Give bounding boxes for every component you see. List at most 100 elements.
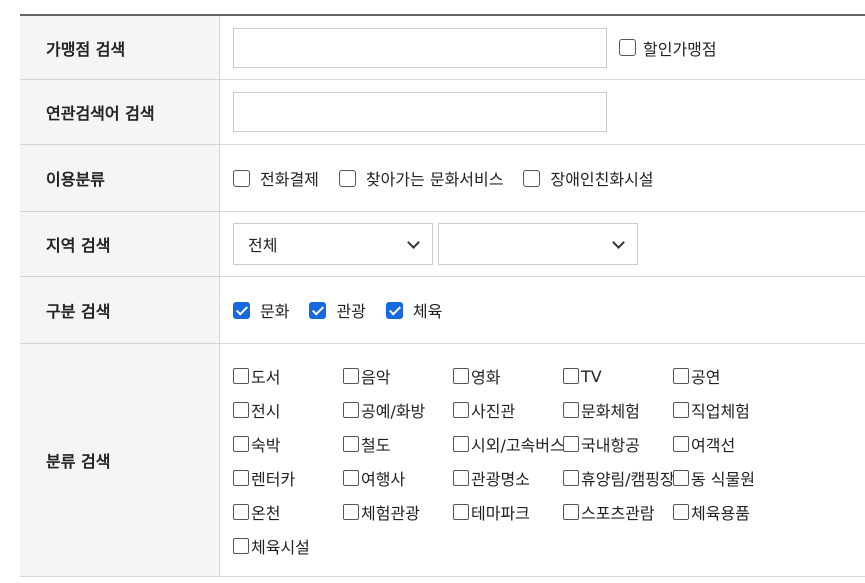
category-option[interactable]: 관광명소 [453, 466, 563, 490]
checkbox-icon[interactable] [673, 402, 689, 418]
checkbox-icon[interactable] [338, 169, 356, 187]
related-search-row: 연관검색어 검색 [20, 80, 865, 145]
category-option[interactable]: 온천 [233, 500, 343, 524]
category-option-label: 문화체험 [581, 402, 640, 421]
checkbox-icon[interactable] [453, 470, 469, 486]
division-row: 구분 검색 문화 관광 체육 [20, 277, 865, 344]
checkbox-icon[interactable] [563, 470, 579, 486]
category-option-label: 공연 [691, 368, 721, 387]
usage-row: 이용분류 전화결제 찾아가는 문화서비스 장애인친화시설 [20, 145, 865, 212]
checked-checkbox-icon[interactable] [233, 301, 250, 319]
checkbox-icon[interactable] [563, 504, 579, 520]
category-option[interactable]: 도서 [233, 364, 343, 388]
checkbox-icon[interactable] [343, 402, 359, 418]
checkbox-icon[interactable] [673, 504, 689, 520]
category-option-label: 동 식물원 [691, 470, 755, 489]
category-option-label: 철도 [361, 436, 391, 455]
category-option[interactable]: 국내항공 [563, 432, 673, 456]
category-option[interactable]: 사진관 [453, 398, 563, 422]
checkbox-icon[interactable] [343, 470, 359, 486]
category-option-label: 사진관 [471, 402, 516, 421]
category-option-label: 직업체험 [691, 402, 750, 421]
category-option-label: 체육용품 [691, 504, 750, 523]
division-option-label: 체육 [412, 302, 443, 321]
category-option[interactable]: 휴양림/캠핑장 [563, 466, 675, 490]
category-option[interactable]: 음악 [343, 364, 453, 388]
checkbox-icon[interactable] [233, 470, 249, 486]
checkbox-icon[interactable] [343, 368, 359, 384]
category-option-label: 시외/고속버스 [471, 436, 565, 455]
category-option[interactable]: 직업체험 [673, 398, 783, 422]
checkbox-icon[interactable] [453, 368, 469, 384]
region-select-value: 전체 [248, 236, 278, 255]
checkbox-icon[interactable] [453, 504, 469, 520]
checkbox-icon[interactable] [233, 169, 250, 187]
category-option[interactable]: TV [563, 364, 673, 388]
category-option-label: 테마파크 [471, 504, 530, 523]
checkbox-icon[interactable] [673, 470, 689, 486]
checkbox-icon[interactable] [453, 402, 469, 418]
category-option[interactable]: 공연 [673, 364, 783, 388]
region-select-secondary[interactable] [438, 223, 638, 265]
division-option-tourism[interactable]: 관광 [309, 298, 366, 322]
category-option[interactable]: 여객선 [673, 432, 783, 456]
checkbox-icon[interactable] [563, 368, 579, 384]
category-option[interactable]: 체험관광 [343, 500, 453, 524]
category-option[interactable]: 철도 [343, 432, 453, 456]
checkbox-icon[interactable] [233, 504, 249, 520]
store-search-input[interactable] [233, 27, 607, 68]
checkbox-icon[interactable] [343, 436, 359, 452]
category-option-label: TV [581, 366, 602, 386]
region-select-primary[interactable]: 전체 [233, 223, 433, 265]
checkbox-icon[interactable] [563, 436, 579, 452]
checkbox-icon[interactable] [563, 402, 579, 418]
discount-store-label: 할인가맹점 [643, 39, 717, 59]
category-option-label: 전시 [251, 402, 281, 421]
category-option[interactable]: 스포츠관람 [563, 500, 673, 524]
category-option-label: 여행사 [361, 470, 406, 489]
checkbox-icon[interactable] [523, 169, 541, 187]
category-option[interactable]: 테마파크 [453, 500, 563, 524]
category-option[interactable]: 시외/고속버스 [453, 432, 565, 456]
category-option-label: 체험관광 [361, 504, 420, 523]
category-option-label: 렌터카 [251, 470, 296, 489]
category-option-label: 숙박 [251, 436, 281, 455]
division-option-culture[interactable]: 문화 [233, 298, 289, 322]
division-option-label: 문화 [260, 302, 290, 321]
category-option[interactable]: 체육용품 [673, 500, 783, 524]
checkbox-icon[interactable] [453, 436, 469, 452]
division-option-sports[interactable]: 체육 [385, 298, 443, 322]
usage-option-phone[interactable]: 전화결제 [233, 166, 319, 190]
usage-option-accessible[interactable]: 장애인친화시설 [523, 166, 654, 190]
category-option-label: 영화 [471, 368, 501, 387]
usage-option-visiting[interactable]: 찾아가는 문화서비스 [338, 166, 503, 190]
checked-checkbox-icon[interactable] [309, 301, 327, 319]
category-option[interactable]: 렌터카 [233, 466, 343, 490]
category-option[interactable]: 여행사 [343, 466, 453, 490]
category-option[interactable]: 영화 [453, 364, 563, 388]
checked-checkbox-icon[interactable] [385, 301, 403, 319]
discount-store-checkbox[interactable]: 할인가맹점 [619, 36, 717, 60]
category-option[interactable]: 동 식물원 [673, 466, 783, 490]
chevron-down-icon [407, 235, 420, 249]
category-option[interactable]: 숙박 [233, 432, 343, 456]
checkbox-icon[interactable] [233, 368, 249, 384]
category-option[interactable]: 문화체험 [563, 398, 673, 422]
category-option-label: 음악 [361, 368, 391, 387]
checkbox-icon[interactable] [343, 504, 359, 520]
related-search-input[interactable] [233, 92, 607, 132]
category-option[interactable]: 체육시설 [233, 534, 343, 558]
discount-store-box[interactable] [619, 39, 636, 56]
checkbox-icon[interactable] [233, 436, 249, 452]
category-label: 분류 검색 [20, 344, 220, 576]
category-option[interactable]: 전시 [233, 398, 343, 422]
checkbox-icon[interactable] [673, 436, 689, 452]
store-search-label: 가맹점 검색 [20, 16, 220, 79]
checkbox-icon[interactable] [233, 402, 249, 418]
checkbox-icon[interactable] [673, 368, 689, 384]
category-option-label: 관광명소 [471, 470, 530, 489]
related-search-label: 연관검색어 검색 [20, 80, 220, 144]
checkbox-icon[interactable] [233, 538, 249, 554]
category-row: 분류 검색 도서 음악 영화 TV 공연전시 공예/화방 사진관 문화체험 직업체험숙박 철도 시외… [20, 344, 865, 577]
category-option[interactable]: 공예/화방 [343, 398, 453, 422]
